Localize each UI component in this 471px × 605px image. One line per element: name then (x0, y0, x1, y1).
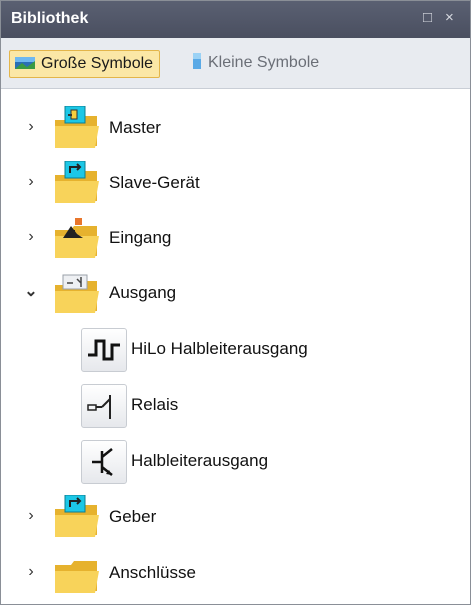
small-icons-label: Kleine Symbole (208, 54, 320, 71)
library-panel: Bibliothek □ × Große Symbole Kleine Symb… (0, 0, 471, 605)
chevron-right-icon[interactable]: › (23, 229, 39, 245)
large-icons-icon (14, 54, 36, 75)
tree-item-ausgang[interactable]: ⌄ Ausgang (1, 268, 470, 318)
geber-folder-icon (55, 495, 99, 537)
tree-item-geber[interactable]: › Geber (1, 492, 470, 542)
hilo-label: HiLo Halbleiterausgang (131, 339, 308, 358)
transistor-icon (81, 440, 127, 484)
panel-titlebar: Bibliothek □ × (1, 1, 470, 38)
tree-item-relais[interactable]: Relais (1, 380, 470, 430)
library-tree: › Master › Slave-Gerät › Eingang ⌄ Ausga… (1, 89, 470, 604)
panel-title: Bibliothek (11, 10, 89, 27)
eingang-folder-icon (55, 218, 99, 258)
master-label: Master (109, 118, 161, 137)
view-toolbar: Große Symbole Kleine Symbole (1, 38, 470, 89)
hilo-output-icon (81, 328, 127, 372)
ausgang-folder-icon (55, 274, 99, 313)
master-folder-icon (55, 106, 99, 148)
tree-item-hilo-halbleiterausgang[interactable]: HiLo Halbleiterausgang (1, 324, 470, 374)
tree-item-eingang[interactable]: › Eingang (1, 213, 470, 263)
large-icons-label: Große Symbole (41, 55, 154, 72)
halbleiter-label: Halbleiterausgang (131, 451, 269, 470)
eingang-label: Eingang (109, 228, 172, 247)
slave-folder-icon (55, 161, 99, 203)
tree-item-anschluesse[interactable]: › Anschlüsse (1, 548, 470, 598)
small-icons-icon (191, 52, 203, 75)
tree-item-master[interactable]: › Master (1, 103, 470, 153)
chevron-right-icon[interactable]: › (23, 564, 39, 580)
tree-item-slave-geraet[interactable]: › Slave-Gerät (1, 158, 470, 208)
anschluesse-label: Anschlüsse (109, 563, 196, 582)
chevron-right-icon[interactable]: › (23, 508, 39, 524)
restore-icon[interactable]: □ (423, 9, 432, 26)
geber-label: Geber (109, 507, 157, 526)
tree-item-halbleiterausgang[interactable]: Halbleiterausgang (1, 436, 470, 486)
small-icons-button[interactable]: Kleine Symbole (191, 50, 319, 76)
slave-label: Slave-Gerät (109, 173, 200, 192)
chevron-right-icon[interactable]: › (23, 119, 39, 135)
ausgang-label: Ausgang (109, 283, 177, 302)
anschluesse-folder-icon (55, 561, 99, 593)
chevron-right-icon[interactable]: › (23, 174, 39, 190)
close-icon[interactable]: × (445, 9, 454, 26)
relay-icon (81, 384, 127, 428)
chevron-down-icon[interactable]: ⌄ (23, 284, 39, 300)
large-icons-button[interactable]: Große Symbole (9, 50, 161, 78)
relais-label: Relais (131, 395, 179, 414)
